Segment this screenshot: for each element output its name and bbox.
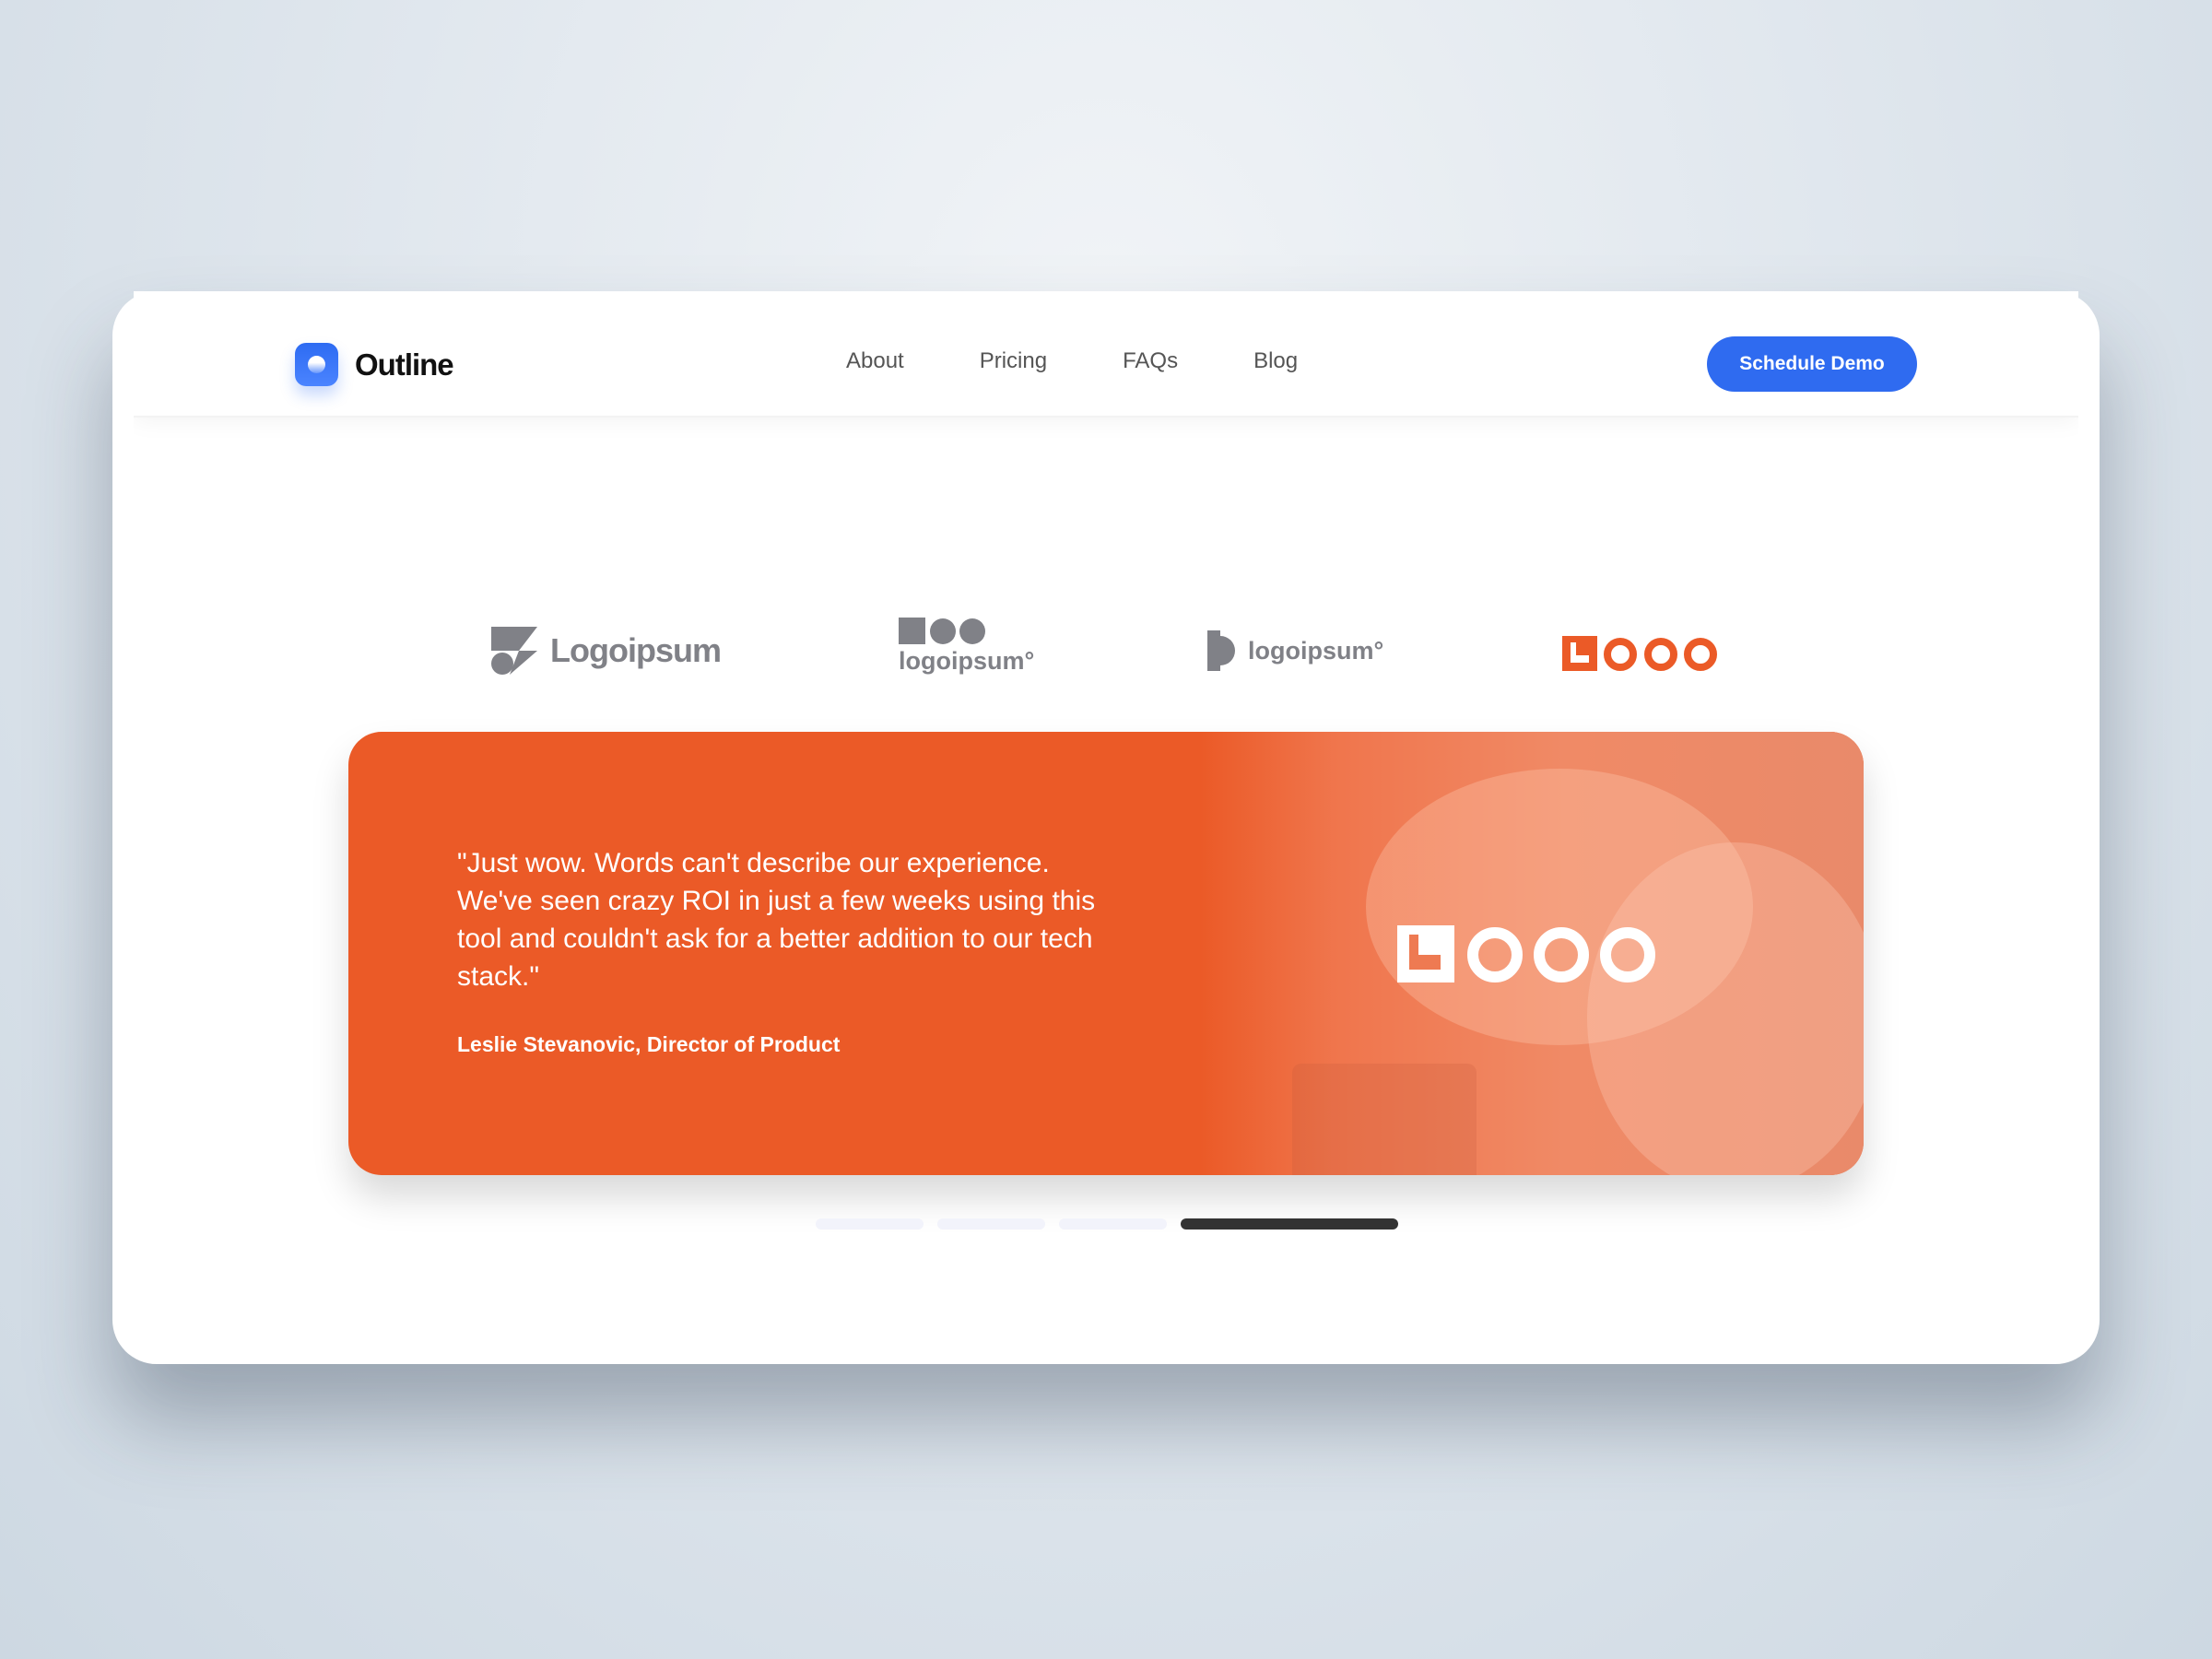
- nav-link-pricing[interactable]: Pricing: [980, 348, 1047, 374]
- brand-name: Outline: [355, 347, 454, 382]
- schedule-demo-button[interactable]: Schedule Demo: [1707, 336, 1917, 392]
- client-logo-2: logoipsum°: [899, 618, 1034, 676]
- nav-link-about[interactable]: About: [846, 348, 904, 374]
- logo-wordmark-icon: [1397, 925, 1655, 982]
- brand-logo-icon: [295, 343, 338, 386]
- nav-link-blog[interactable]: Blog: [1253, 348, 1298, 374]
- bolt-shape-icon: [491, 627, 537, 675]
- half-circle-icon: [1207, 630, 1235, 671]
- client-logo-4: [1562, 636, 1717, 673]
- testimonial-author: Leslie Stevanovic, Director of Product: [457, 1032, 841, 1056]
- logo-strip: Logoipsum logoipsum° logoipsum°: [134, 618, 2078, 691]
- shapes-icon: [899, 618, 985, 644]
- brand[interactable]: Outline: [295, 343, 454, 386]
- page: Outline About Pricing FAQs Blog Schedule…: [134, 291, 2078, 1344]
- carousel-dot-1[interactable]: [816, 1218, 924, 1230]
- nav-link-faqs[interactable]: FAQs: [1123, 348, 1178, 374]
- logo-wordmark-icon: [1562, 636, 1717, 671]
- nav-links: About Pricing FAQs Blog: [846, 348, 1373, 374]
- testimonial-card: "Just wow. Words can't describe our expe…: [348, 732, 1864, 1175]
- client-logo-3: logoipsum°: [1207, 630, 1383, 671]
- navbar: Outline About Pricing FAQs Blog Schedule…: [134, 291, 2078, 418]
- client-logo-1: Logoipsum: [491, 627, 722, 675]
- testimonial-quote: "Just wow. Words can't describe our expe…: [457, 848, 1096, 992]
- carousel-dot-2[interactable]: [937, 1218, 1045, 1230]
- carousel-dot-3[interactable]: [1059, 1218, 1167, 1230]
- carousel-indicator: [816, 1218, 1398, 1230]
- carousel-dot-4-active[interactable]: [1181, 1218, 1398, 1230]
- company-logo: [1397, 925, 1655, 986]
